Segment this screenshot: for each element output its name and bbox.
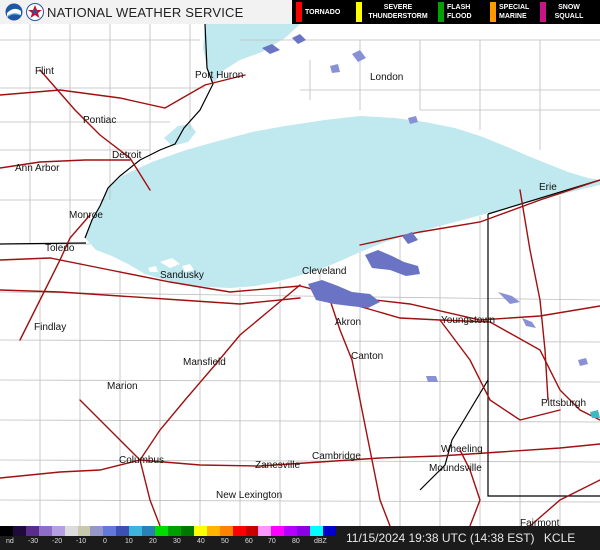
- city-label: Canton: [351, 351, 384, 362]
- scale-color-strip: [0, 526, 337, 536]
- city-label: London: [370, 72, 404, 83]
- scale-color-swatch: [155, 526, 169, 536]
- city-label: Findlay: [34, 322, 67, 333]
- scale-label: 10: [125, 538, 133, 545]
- city-label: Youngstown: [441, 315, 496, 326]
- brand: NATIONAL WEATHER SERVICE: [0, 0, 290, 24]
- city-label: Cambridge: [312, 451, 361, 462]
- scale-label: -10: [76, 538, 87, 545]
- scale-color-swatch: [77, 526, 91, 536]
- timestamp: 11/15/2024 19:38 UTC (14:38 EST): [346, 531, 535, 545]
- scale-color-swatch: [271, 526, 285, 536]
- scale-color-swatch: [297, 526, 311, 536]
- scale-label: 20: [149, 538, 157, 545]
- city-label: New Lexington: [216, 490, 283, 501]
- scale-color-swatch: [180, 526, 195, 536]
- header-bar: NATIONAL WEATHER SERVICE TORNADO SEVERE …: [0, 0, 600, 24]
- scale-color-swatch: [193, 526, 208, 536]
- radar-map-view: { "header": { "title": "NATIONAL WEATHER…: [0, 0, 600, 550]
- legend-swatch: [540, 2, 546, 22]
- scale-label: 50: [221, 538, 229, 545]
- scale-color-swatch: [116, 526, 130, 536]
- city-label: Port Huron: [195, 70, 244, 81]
- scale-color-swatch: [323, 526, 337, 536]
- scale-label: 30: [173, 538, 181, 545]
- noaa-logo-icon: [5, 3, 23, 21]
- legend-item-tornado: TORNADO: [296, 0, 354, 24]
- city-label: Detroit: [112, 150, 142, 161]
- legend-label: FLASH FLOOD: [447, 4, 472, 20]
- legend-label: SEVERE THUNDERSTORM: [368, 4, 428, 20]
- precip-cell: [426, 376, 438, 382]
- scale-color-swatch: [90, 526, 104, 536]
- scale-color-swatch: [129, 526, 143, 536]
- scale-label: 40: [197, 538, 205, 545]
- city-label: Marion: [107, 381, 138, 392]
- warnings-legend: TORNADO SEVERE THUNDERSTORM FLASH FLOOD …: [292, 0, 600, 24]
- reflectivity-scale: nd -30 -20 -10 0 10 20 30 40 50 60 70 80…: [0, 526, 600, 550]
- scale-label: 70: [268, 538, 276, 545]
- legend-item-snow-squall: SNOW SQUALL: [540, 0, 598, 24]
- legend-item-severe-thunderstorm: SEVERE THUNDERSTORM: [356, 0, 436, 24]
- scale-color-swatch: [284, 526, 298, 536]
- city-label: Sandusky: [160, 270, 204, 281]
- scale-label: 0: [103, 538, 107, 545]
- scale-color-swatch: [245, 526, 259, 536]
- city-label: Flint: [35, 66, 54, 77]
- station-id: KCLE: [543, 531, 576, 545]
- city-label: Cleveland: [302, 266, 347, 277]
- app-title: NATIONAL WEATHER SERVICE: [47, 5, 244, 20]
- city-label: Pittsburgh: [541, 398, 587, 409]
- city-label: Mansfield: [183, 357, 226, 368]
- legend-swatch: [296, 2, 302, 22]
- legend-swatch: [438, 2, 444, 22]
- scale-color-swatch: [25, 526, 40, 536]
- city-label: Toledo: [45, 243, 75, 254]
- scale-color-swatch: [258, 526, 272, 536]
- scale-color-swatch: [232, 526, 247, 536]
- timestamp-readout: 11/15/2024 19:38 UTC (14:38 EST) KCLE: [346, 531, 575, 545]
- scale-color-swatch: [168, 526, 182, 536]
- city-label: Zanesville: [255, 460, 301, 471]
- city-label: Wheeling: [441, 444, 483, 455]
- scale-color-swatch: [310, 526, 324, 536]
- scale-color-swatch: [219, 526, 234, 536]
- scale-color-swatch: [142, 526, 156, 536]
- scale-label: 60: [245, 538, 253, 545]
- nws-logo-icon: [26, 3, 44, 21]
- city-label: Ann Arbor: [15, 163, 60, 174]
- scale-label: dBZ: [314, 538, 327, 545]
- city-label: Monroe: [69, 210, 103, 221]
- city-label: Moundsville: [429, 463, 482, 474]
- scale-label: nd: [6, 538, 14, 545]
- legend-item-special-marine: SPECIAL MARINE: [490, 0, 540, 24]
- legend-swatch: [356, 2, 362, 22]
- scale-color-swatch: [0, 526, 14, 536]
- legend-item-flash-flood: FLASH FLOOD: [438, 0, 488, 24]
- city-label: Akron: [335, 317, 362, 328]
- scale-color-swatch: [38, 526, 53, 536]
- legend-swatch: [490, 2, 496, 22]
- scale-color-swatch: [12, 526, 27, 536]
- city-label: Erie: [539, 182, 557, 193]
- city-label: Columbus: [119, 455, 165, 466]
- city-label: Pontiac: [83, 115, 117, 126]
- scale-label: -30: [28, 538, 39, 545]
- scale-color-swatch: [51, 526, 66, 536]
- scale-color-swatch: [103, 526, 117, 536]
- scale-color-swatch: [64, 526, 79, 536]
- legend-label: SPECIAL MARINE: [499, 4, 530, 20]
- scale-color-swatch: [206, 526, 221, 536]
- legend-label: SNOW SQUALL: [554, 4, 584, 20]
- scale-label: 80: [292, 538, 300, 545]
- scale-label: -20: [52, 538, 63, 545]
